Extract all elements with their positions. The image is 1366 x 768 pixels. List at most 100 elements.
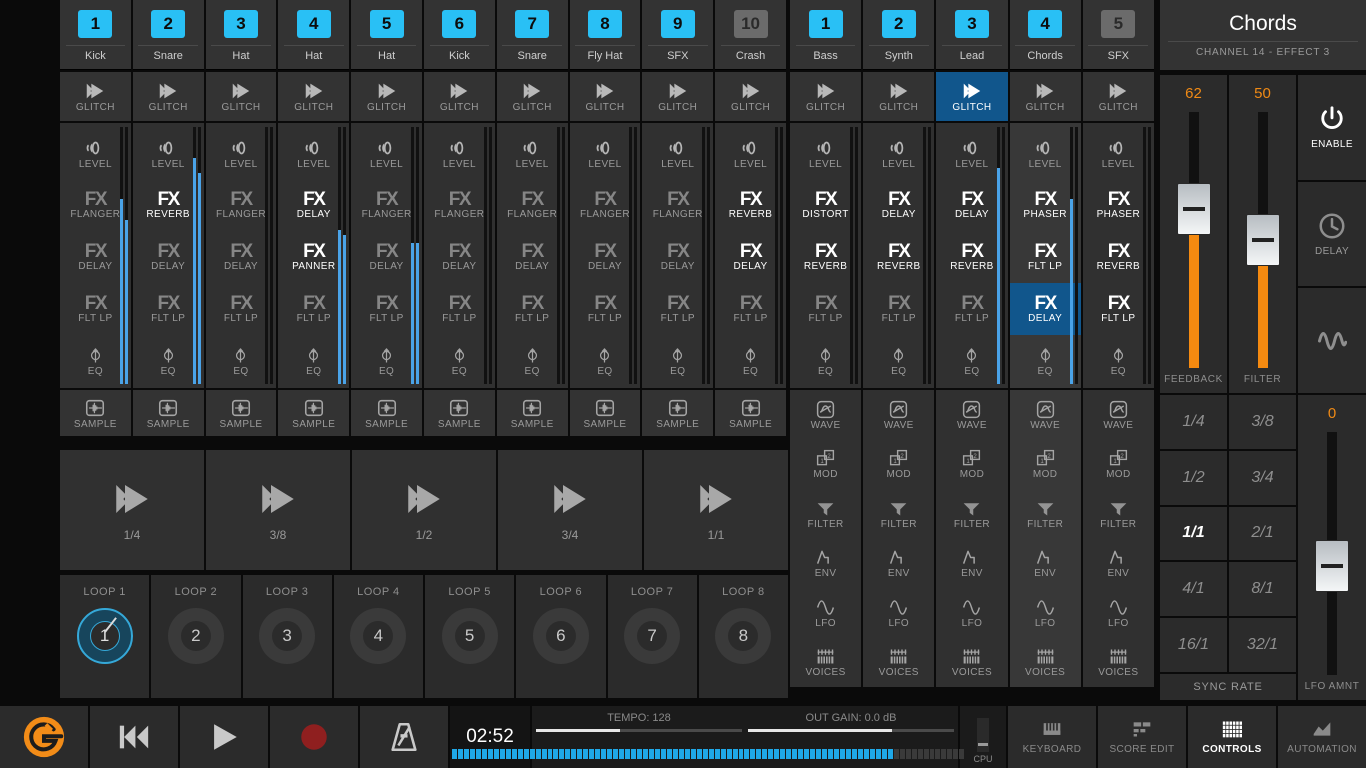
synth-param-button[interactable]: WAVE — [1010, 390, 1081, 440]
channel-header[interactable]: 5 Hat — [351, 0, 422, 70]
lfo-amount-slider[interactable]: 0 LFO AMNT — [1298, 395, 1366, 700]
sample-button[interactable]: SAMPLE — [423, 390, 495, 436]
channel-number-button[interactable]: 7 — [515, 10, 550, 38]
sync-rate-button[interactable]: 1/1 — [1160, 506, 1227, 561]
fx-slider[interactable]: 50 FILTER — [1229, 75, 1296, 393]
synth-param-button[interactable]: FILTER — [936, 489, 1007, 539]
channel-header[interactable]: 2 Synth — [863, 0, 935, 70]
synth-param-button[interactable]: LFO — [1010, 588, 1081, 638]
sample-button[interactable]: SAMPLE — [351, 390, 422, 436]
sync-rate-button[interactable]: 1/4 — [1160, 395, 1227, 449]
glitch-button[interactable]: GLITCH — [936, 72, 1008, 121]
channel-header[interactable]: 9 SFX — [642, 0, 714, 70]
channel-header[interactable]: 1 Bass — [790, 0, 862, 70]
loop-slot[interactable]: LOOP 7 7 — [607, 575, 697, 698]
glitch-button[interactable]: GLITCH — [1082, 72, 1154, 121]
loop-slot[interactable]: LOOP 2 2 — [151, 575, 241, 698]
play-button[interactable] — [180, 706, 268, 768]
channel-header[interactable]: 1 Kick — [60, 0, 131, 70]
lfo-slider-track[interactable] — [1315, 432, 1349, 675]
fx-slider-track[interactable] — [1176, 112, 1211, 368]
channel-number-button[interactable]: 1 — [808, 10, 843, 38]
synth-param-button[interactable]: ENV — [936, 539, 1007, 589]
tempo-slider[interactable] — [536, 729, 742, 732]
sample-button[interactable]: SAMPLE — [569, 390, 641, 436]
glitch-button[interactable]: GLITCH — [569, 72, 641, 121]
fx-mode-button[interactable] — [1298, 288, 1366, 394]
loop-slot[interactable]: LOOP 6 6 — [516, 575, 606, 698]
glitch-button[interactable]: GLITCH — [351, 72, 422, 121]
synth-param-button[interactable]: WAVE — [936, 390, 1007, 440]
channel-header[interactable]: 4 Hat — [278, 0, 350, 70]
glitch-button[interactable]: GLITCH — [205, 72, 277, 121]
channel-number-button[interactable]: 3 — [223, 10, 258, 38]
synth-param-button[interactable]: LFO — [863, 588, 934, 638]
record-button[interactable] — [270, 706, 358, 768]
loop-knob[interactable]: 2 — [167, 608, 224, 664]
glitch-rate-button[interactable]: 1/1 — [644, 450, 788, 570]
synth-param-button[interactable]: 1 2 MOD — [1010, 440, 1081, 490]
loop-slot[interactable]: LOOP 3 3 — [242, 575, 332, 698]
fx-slider-track[interactable] — [1245, 112, 1280, 368]
loop-knob[interactable]: 6 — [532, 608, 589, 664]
fx-mode-button[interactable]: ENABLE — [1298, 75, 1366, 180]
fx-slider-thumb[interactable] — [1176, 183, 1211, 236]
view-tab[interactable]: KEYBOARD — [1008, 706, 1096, 768]
synth-param-button[interactable]: VOICES — [863, 638, 934, 688]
channel-header[interactable]: 7 Snare — [496, 0, 568, 70]
sample-button[interactable]: SAMPLE — [205, 390, 277, 436]
synth-param-button[interactable]: VOICES — [936, 638, 1007, 688]
synth-param-button[interactable]: 1 2 MOD — [863, 440, 934, 490]
glitch-rate-button[interactable]: 3/8 — [206, 450, 350, 570]
channel-number-button[interactable]: 3 — [954, 10, 989, 38]
out-gain-slider[interactable] — [748, 729, 954, 732]
synth-param-button[interactable]: WAVE — [1083, 390, 1154, 440]
synth-param-button[interactable]: ENV — [1083, 539, 1154, 589]
loop-knob[interactable]: 5 — [441, 608, 498, 664]
synth-param-button[interactable]: ENV — [790, 539, 861, 589]
fx-slider[interactable]: 62 FEEDBACK — [1160, 75, 1227, 393]
channel-header[interactable]: 10 Crash — [715, 0, 786, 70]
channel-header[interactable]: 8 Fly Hat — [569, 0, 641, 70]
lfo-slider-thumb[interactable] — [1315, 539, 1349, 592]
synth-param-button[interactable]: WAVE — [790, 390, 861, 440]
synth-param-button[interactable]: ENV — [1010, 539, 1081, 589]
synth-param-button[interactable]: FILTER — [1083, 489, 1154, 539]
channel-number-button[interactable]: 4 — [1028, 10, 1063, 38]
channel-header[interactable]: 3 Hat — [205, 0, 277, 70]
channel-header[interactable]: 6 Kick — [423, 0, 495, 70]
channel-number-button[interactable]: 10 — [733, 10, 768, 38]
glitch-button[interactable]: GLITCH — [1009, 72, 1081, 121]
sync-rate-button[interactable]: 4/1 — [1160, 562, 1227, 617]
sample-button[interactable]: SAMPLE — [642, 390, 714, 436]
channel-number-button[interactable]: 1 — [78, 10, 113, 38]
rewind-button[interactable] — [90, 706, 178, 768]
synth-param-button[interactable]: FILTER — [1010, 489, 1081, 539]
loop-knob[interactable]: 3 — [259, 608, 316, 664]
synth-param-button[interactable]: VOICES — [1010, 638, 1081, 688]
glitch-button[interactable]: GLITCH — [496, 72, 568, 121]
sync-rate-button[interactable]: 16/1 — [1160, 618, 1227, 672]
glitch-button[interactable]: GLITCH — [423, 72, 495, 121]
sync-rate-button[interactable]: 32/1 — [1229, 618, 1296, 672]
view-tab[interactable]: CONTROLS — [1188, 706, 1276, 768]
channel-number-button[interactable]: 4 — [296, 10, 331, 38]
loop-knob[interactable]: 8 — [715, 608, 772, 664]
channel-header[interactable]: 3 Lead — [936, 0, 1008, 70]
sample-button[interactable]: SAMPLE — [60, 390, 131, 436]
loop-slot[interactable]: LOOP 4 4 — [333, 575, 423, 698]
synth-param-button[interactable]: 1 2 MOD — [790, 440, 861, 490]
synth-param-button[interactable]: LFO — [1083, 588, 1154, 638]
synth-param-button[interactable]: WAVE — [863, 390, 934, 440]
channel-number-button[interactable]: 2 — [151, 10, 186, 38]
glitch-button[interactable]: GLITCH — [132, 72, 204, 121]
synth-param-button[interactable]: LFO — [936, 588, 1007, 638]
channel-number-button[interactable]: 9 — [660, 10, 695, 38]
view-tab[interactable]: AUTOMATION — [1278, 706, 1366, 768]
view-tab[interactable]: SCORE EDIT — [1098, 706, 1186, 768]
synth-param-button[interactable]: 1 2 MOD — [1083, 440, 1154, 490]
channel-header[interactable]: 2 Snare — [132, 0, 204, 70]
channel-number-button[interactable]: 5 — [1101, 10, 1136, 38]
sync-rate-button[interactable]: 3/4 — [1229, 450, 1296, 505]
channel-number-button[interactable]: 5 — [369, 10, 404, 38]
